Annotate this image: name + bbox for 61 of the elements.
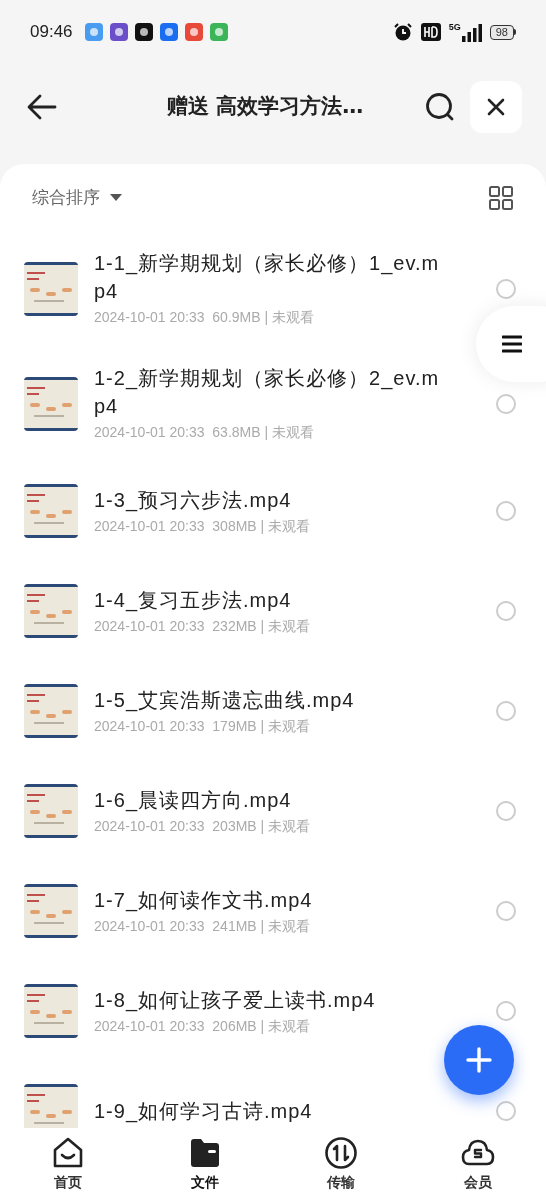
file-meta: 2024-10-01 20:33 203MB | 未观看	[94, 816, 312, 836]
status-time: 09:46	[30, 21, 73, 44]
caret-icon	[110, 193, 122, 202]
file-row[interactable]: 1-3_预习六步法.mp4 2024-10-01 20:33 308MB | 未观看	[0, 461, 546, 561]
search-icon	[425, 92, 455, 122]
file-name: 1-7_如何读作文书.mp4	[94, 887, 314, 914]
page-title: 赠送 高效学习方法…	[165, 93, 365, 121]
close-icon	[487, 98, 505, 116]
hd-icon	[420, 23, 441, 41]
file-meta: 2024-10-01 20:33 179MB | 未观看	[94, 716, 312, 736]
file-name: 1-4_复习五步法.mp4	[94, 587, 293, 614]
signal-icon	[461, 23, 482, 42]
select-radio[interactable]	[496, 901, 516, 921]
nav-tab[interactable]: 首页	[23, 1135, 114, 1193]
file-name: 1-9_如何学习古诗.mp4	[94, 1099, 314, 1125]
plus-icon	[466, 1047, 492, 1073]
file-name: 1-6_晨读四方向.mp4	[94, 787, 293, 814]
grid-icon	[489, 185, 513, 210]
alarm-icon	[392, 22, 413, 42]
file-name: 1-5_艾宾浩斯遗忘曲线.mp4	[94, 687, 356, 714]
file-meta: 2024-10-01 20:33 308MB | 未观看	[94, 516, 312, 536]
file-meta: 2024-10-01 20:33 60.9MB | 未观看	[94, 308, 315, 327]
network-label: 5G	[448, 22, 461, 32]
select-radio[interactable]	[496, 801, 516, 821]
select-radio[interactable]	[496, 501, 516, 521]
file-row[interactable]: 1-5_艾宾浩斯遗忘曲线.mp4 2024-10-01 20:33 179MB | 未观看	[0, 661, 546, 761]
file-name: 1-2_新学期规划（家长必修）2_ev.mp4	[94, 366, 441, 419]
back-arrow-icon	[27, 94, 57, 120]
file-row[interactable]: 1-7_如何读作文书.mp4 2024-10-01 20:33 241MB | 未观看	[0, 861, 546, 961]
battery-indicator: 98	[489, 24, 516, 40]
app-icon	[84, 23, 103, 41]
app-icon	[184, 23, 203, 41]
menu-icon	[502, 335, 522, 353]
file-meta: 2024-10-01 20:33 241MB | 未观看	[94, 916, 312, 936]
file-name: 1-8_如何让孩子爱上读书.mp4	[94, 987, 377, 1014]
file-row[interactable]: 1-4_复习五步法.mp4 2024-10-01 20:33 232MB | 未观看	[0, 561, 546, 661]
grid-view-button[interactable]	[488, 184, 514, 211]
file-row[interactable]: 1-1_新学期规划（家长必修）1_ev.mp4 2024-10-01 20:33 60.9MB | 未观看	[0, 231, 546, 346]
file-name: 1-1_新学期规划（家长必修）1_ev.mp4	[94, 251, 441, 304]
app-icon	[159, 23, 178, 41]
app-icon	[134, 23, 153, 41]
select-radio[interactable]	[496, 1001, 516, 1021]
file-row[interactable]: 1-6_晨读四方向.mp4 2024-10-01 20:33 203MB | 未观看	[0, 761, 546, 861]
nav-tab[interactable]: 文件	[159, 1135, 250, 1193]
select-radio[interactable]	[496, 278, 516, 299]
transfer-icon	[324, 1135, 359, 1170]
sort-dropdown[interactable]: 综合排序	[32, 184, 122, 211]
file-meta: 2024-10-01 20:33 63.8MB | 未观看	[94, 423, 315, 442]
close-button[interactable]	[470, 81, 522, 133]
file-row[interactable]: 1-2_新学期规划（家长必修）2_ev.mp4 2024-10-01 20:33 63.8MB | 未观看	[0, 346, 546, 461]
app-icon	[109, 23, 128, 41]
nav-tab[interactable]: 会员	[432, 1135, 523, 1193]
select-radio[interactable]	[496, 701, 516, 721]
file-meta: 2024-10-01 20:33 206MB | 未观看	[94, 1016, 312, 1036]
nav-tab[interactable]: 传输	[296, 1135, 387, 1193]
select-radio[interactable]	[496, 601, 516, 621]
select-radio[interactable]	[496, 393, 516, 414]
file-name: 1-3_预习六步法.mp4	[94, 487, 293, 514]
select-radio[interactable]	[496, 1101, 516, 1121]
app-icon	[209, 23, 228, 41]
file-meta: 2024-10-01 20:33 232MB | 未观看	[94, 616, 312, 636]
